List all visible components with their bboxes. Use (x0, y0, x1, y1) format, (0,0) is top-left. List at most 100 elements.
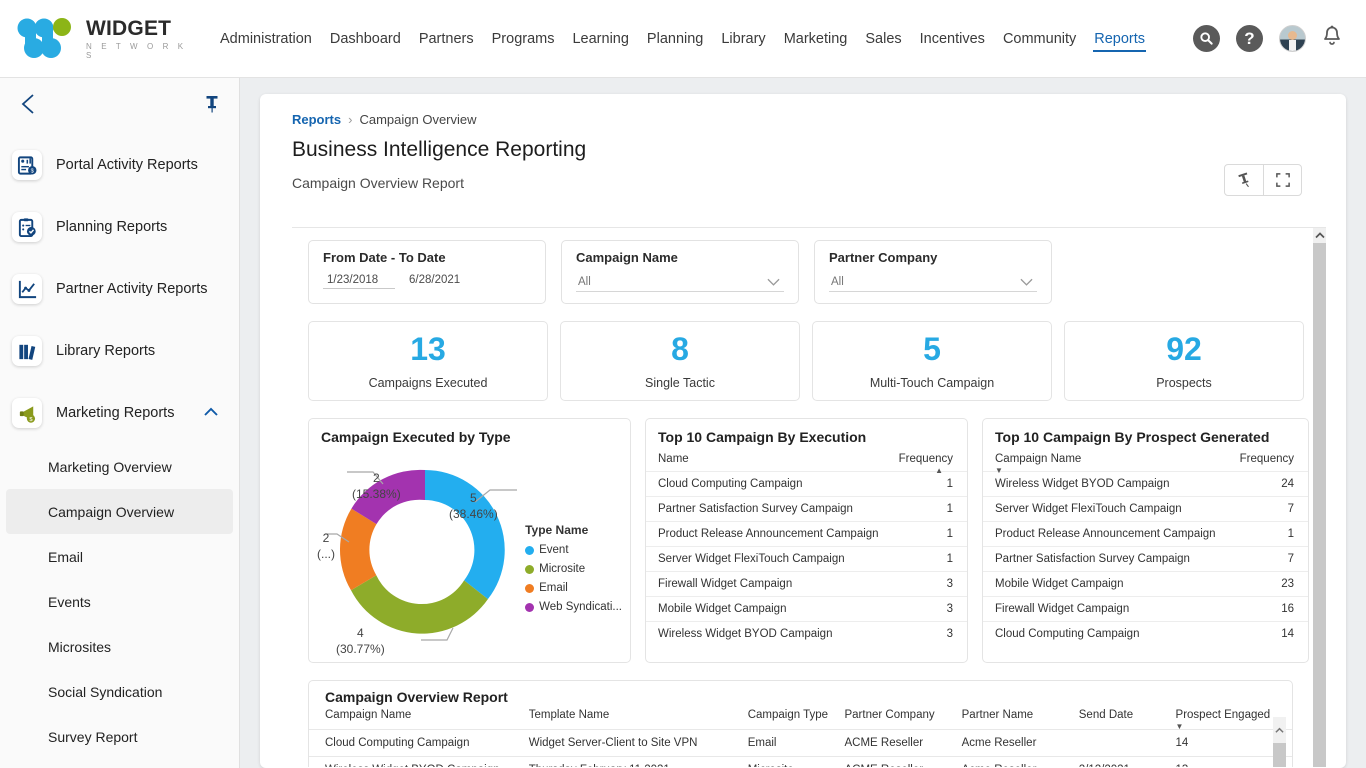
nav-item-learning[interactable]: Learning (563, 0, 637, 78)
cell-partner-name: Acme Reseller (946, 757, 1063, 768)
column-header-partner-company[interactable]: Partner Company (828, 705, 945, 730)
sidebar-item-marketing-reports[interactable]: $ Marketing Reports (0, 382, 239, 444)
nav-item-sales[interactable]: Sales (856, 0, 910, 78)
legend-item-web-syndication[interactable]: Web Syndicati... (525, 601, 622, 613)
column-header-name[interactable]: Name (646, 450, 894, 472)
brand-name: WIDGET (86, 18, 201, 39)
column-header-campaign-type[interactable]: Campaign Type (732, 705, 829, 730)
chevron-up-icon[interactable] (203, 404, 219, 422)
card-action-group (1224, 164, 1302, 196)
column-header-campaign-name[interactable]: Campaign Name (309, 705, 513, 730)
legend-swatch (525, 584, 534, 593)
breadcrumb-separator-icon: › (348, 112, 352, 127)
breadcrumb-reports-link[interactable]: Reports (292, 112, 341, 127)
sidebar-item-partner-activity-reports[interactable]: Partner Activity Reports (0, 258, 239, 320)
kpi-label: Campaigns Executed (369, 376, 488, 390)
table-row[interactable]: Server Widget FlexiTouch Campaign7 (983, 497, 1308, 522)
donut-callout-event: 5 (38.46%) (449, 490, 498, 522)
nav-item-partners[interactable]: Partners (410, 0, 483, 78)
legend-item-email[interactable]: Email (525, 582, 622, 594)
nav-item-marketing[interactable]: Marketing (775, 0, 857, 78)
table-row[interactable]: Firewall Widget Campaign16 (983, 597, 1308, 622)
sidebar-subitem-email[interactable]: Email (0, 534, 239, 579)
chevron-down-icon (1020, 274, 1033, 292)
column-header-frequency[interactable]: Frequency ▲ (894, 450, 967, 472)
sidebar-item-portal-activity-reports[interactable]: $ Portal Activity Reports (0, 134, 239, 196)
table-scrollbar[interactable] (1273, 717, 1286, 767)
cell-campaign-type: Email (732, 730, 829, 757)
nav-item-incentives[interactable]: Incentives (911, 0, 994, 78)
nav-item-planning[interactable]: Planning (638, 0, 712, 78)
sidebar-subitem-campaign-overview[interactable]: Campaign Overview (6, 489, 233, 534)
sidebar-subitem-social-syndication[interactable]: Social Syndication (0, 669, 239, 714)
cell-frequency: 3 (894, 572, 967, 597)
sidebar-subitem-microsites[interactable]: Microsites (0, 624, 239, 669)
table-row[interactable]: Mobile Widget Campaign3 (646, 597, 967, 622)
table-row[interactable]: Wireless Widget BYOD Campaign3 (646, 622, 967, 647)
table-row[interactable]: Wireless Widget BYOD Campaign Thursday F… (309, 757, 1292, 768)
table-row[interactable]: Cloud Computing Campaign Widget Server-C… (309, 730, 1292, 757)
sidebar: $ Portal Activity Reports Planning Repor… (0, 78, 240, 768)
fullscreen-button[interactable] (1263, 165, 1301, 195)
cell-frequency: 7 (1234, 547, 1308, 572)
chevron-left-icon[interactable] (18, 91, 40, 122)
help-icon[interactable]: ? (1236, 25, 1263, 52)
sidebar-subitem-marketing-overview[interactable]: Marketing Overview (0, 444, 239, 489)
top-campaign-by-prospect-generated-panel: Top 10 Campaign By Prospect Generated Ca… (982, 418, 1309, 663)
donut-callout-web-syndication: 2 (15.38%) (352, 470, 401, 502)
pin-icon[interactable] (203, 94, 221, 119)
sidebar-item-planning-reports[interactable]: Planning Reports (0, 196, 239, 258)
scroll-thumb[interactable] (1313, 243, 1326, 767)
column-header-template-name[interactable]: Template Name (513, 705, 732, 730)
sidebar-subitem-events[interactable]: Events (0, 579, 239, 624)
portal-activity-icon: $ (12, 150, 42, 180)
table-row[interactable]: Mobile Widget Campaign23 (983, 572, 1308, 597)
column-header-send-date[interactable]: Send Date (1063, 705, 1160, 730)
table-row[interactable]: Product Release Announcement Campaign1 (983, 522, 1308, 547)
legend-item-event[interactable]: Event (525, 544, 622, 556)
sidebar-item-library-reports[interactable]: Library Reports (0, 320, 239, 382)
campaign-overview-table: Campaign Name Template Name Campaign Typ… (309, 705, 1292, 767)
nav-item-library[interactable]: Library (712, 0, 774, 78)
table-row[interactable]: Cloud Computing Campaign14 (983, 622, 1308, 647)
column-header-campaign-name[interactable]: Campaign Name ▼ (983, 450, 1234, 472)
scroll-thumb[interactable] (1273, 743, 1286, 767)
pin-button[interactable] (1225, 165, 1263, 195)
from-date-input[interactable] (323, 273, 395, 289)
nav-item-administration[interactable]: Administration (211, 0, 321, 78)
legend-label: Web Syndicati... (539, 601, 622, 613)
column-header-frequency[interactable]: Frequency (1234, 450, 1308, 472)
nav-item-community[interactable]: Community (994, 0, 1085, 78)
search-icon[interactable] (1193, 25, 1220, 52)
legend-item-microsite[interactable]: Microsite (525, 563, 622, 575)
report-scrollbar[interactable] (1313, 228, 1326, 767)
table-row[interactable]: Product Release Announcement Campaign1 (646, 522, 967, 547)
sidebar-subitem-survey-report[interactable]: Survey Report (0, 714, 239, 759)
column-header-partner-name[interactable]: Partner Name (946, 705, 1063, 730)
scroll-up-arrow-icon[interactable] (1273, 717, 1286, 743)
main-navigation: Administration Dashboard Partners Progra… (211, 0, 1154, 78)
table-row[interactable]: Cloud Computing Campaign1 (646, 472, 967, 497)
panel-title: Top 10 Campaign By Execution (646, 419, 967, 445)
table-row[interactable]: Wireless Widget BYOD Campaign24 (983, 472, 1308, 497)
campaign-name-select[interactable]: All (576, 272, 784, 292)
table-row[interactable]: Firewall Widget Campaign3 (646, 572, 967, 597)
partner-company-select[interactable]: All (829, 272, 1037, 292)
nav-item-dashboard[interactable]: Dashboard (321, 0, 410, 78)
notifications-bell-icon[interactable] (1322, 25, 1342, 52)
sidebar-item-label: Planning Reports (56, 219, 167, 235)
scroll-up-arrow-icon[interactable] (1313, 228, 1326, 243)
table-header-row: Name Frequency ▲ (646, 450, 967, 472)
table-row[interactable]: Partner Satisfaction Survey Campaign7 (983, 547, 1308, 572)
cell-name: Mobile Widget Campaign (646, 597, 894, 622)
to-date-input[interactable] (405, 273, 477, 289)
avatar[interactable] (1279, 25, 1306, 52)
brand-logo[interactable]: WIDGET N E T W O R K S (16, 18, 201, 60)
kpi-label: Single Tactic (645, 376, 715, 390)
nav-item-reports[interactable]: Reports (1085, 0, 1154, 78)
sort-asc-icon: ▲ (935, 466, 943, 475)
table-row[interactable]: Server Widget FlexiTouch Campaign1 (646, 547, 967, 572)
legend-swatch (525, 565, 534, 574)
table-row[interactable]: Partner Satisfaction Survey Campaign1 (646, 497, 967, 522)
nav-item-programs[interactable]: Programs (483, 0, 564, 78)
